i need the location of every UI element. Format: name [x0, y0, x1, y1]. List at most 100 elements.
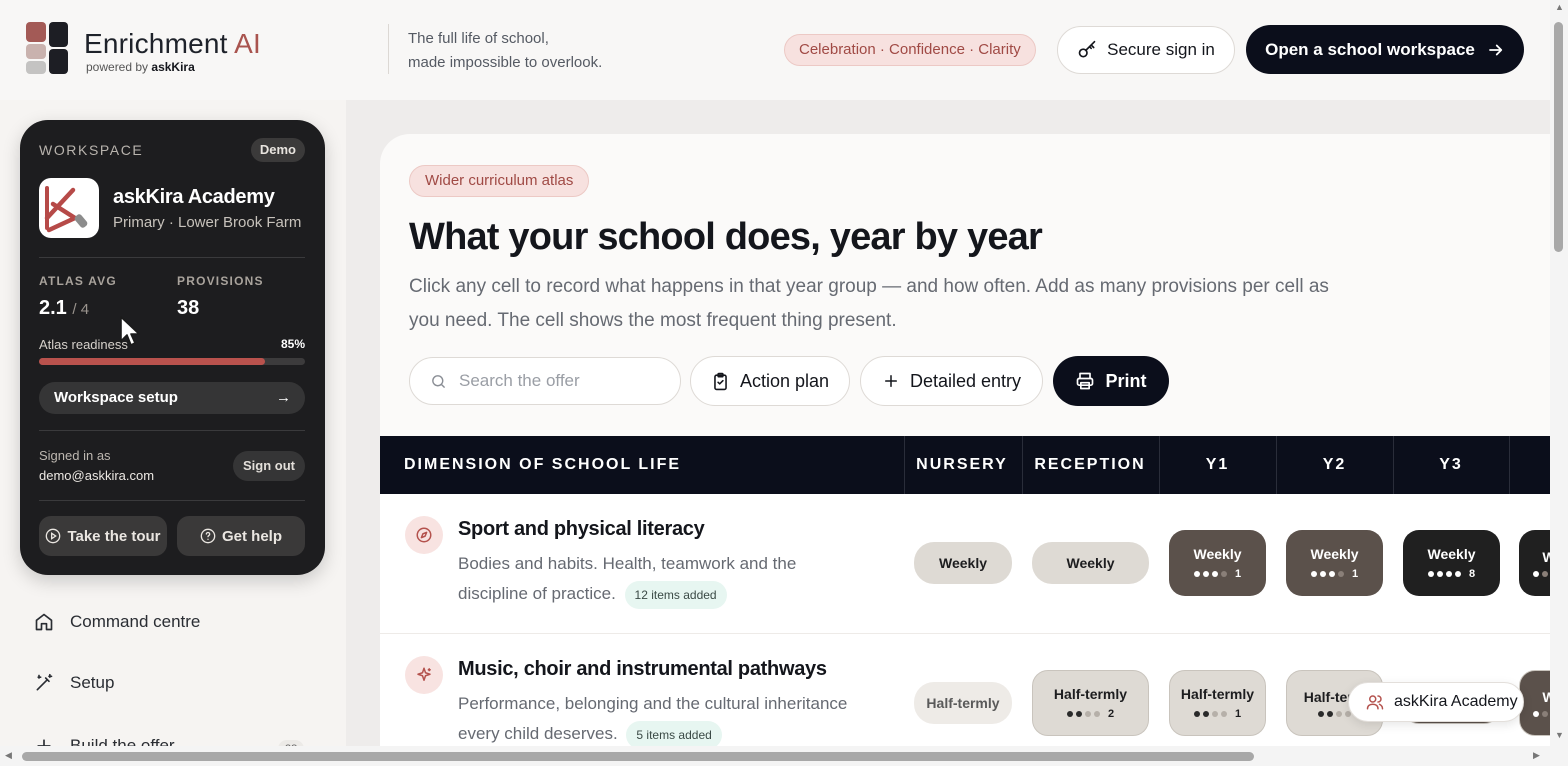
column-header: Y1 [1205, 456, 1230, 473]
plus-icon [884, 375, 897, 387]
card-divider [39, 500, 305, 501]
atlas-cell[interactable]: Half-termly [914, 682, 1012, 724]
frequency-dot [1427, 571, 1434, 577]
mouse-cursor-icon [120, 316, 140, 346]
workspace-card: WORKSPACE Demo askKira Academy Primary ·… [20, 120, 325, 575]
frequency-dot [1318, 711, 1324, 717]
frequency-dot [1532, 571, 1539, 577]
clipboard-check-icon [714, 372, 727, 390]
atlas-avg-value: 2.1 / 4 [39, 297, 90, 319]
header-divider [388, 24, 389, 74]
frequency-dot [1220, 571, 1227, 577]
workspace-setup-button[interactable]: Workspace setup → [39, 382, 305, 414]
frequency-dot [1220, 711, 1227, 717]
school-subtitle: Primary · Lower Brook Farm [113, 214, 302, 231]
search-input[interactable]: Search the offer [409, 357, 681, 405]
scroll-up-arrow[interactable]: ▲ [1555, 2, 1564, 12]
cell-frequency-label: Half-termly [926, 695, 1000, 711]
action-plan-button[interactable]: Action plan [690, 356, 850, 406]
home-icon [35, 613, 53, 631]
school-logo [39, 178, 99, 238]
atlas-cell[interactable]: Weekly 8 [1403, 530, 1500, 596]
frequency-dot [1193, 571, 1200, 577]
brand-name: Enrichment AI [84, 28, 261, 59]
top-header: Enrichment AI powered by askKira The ful… [0, 0, 1550, 100]
vertical-scrollbar[interactable]: ▲ ▼ [1550, 0, 1568, 746]
signed-in-label: Signed in as [39, 448, 111, 463]
scroll-left-arrow[interactable]: ◀ [5, 750, 12, 761]
nav-label: Setup [70, 673, 115, 692]
readiness-label: Atlas readiness [39, 337, 128, 352]
atlas-cell[interactable]: W [1519, 530, 1550, 596]
cell-frequency-label: Weekly [1066, 555, 1115, 571]
frequency-dot [1211, 711, 1218, 717]
open-workspace-label: Open a school workspace [1265, 39, 1475, 59]
open-workspace-button[interactable]: Open a school workspace [1246, 25, 1524, 74]
take-tour-button[interactable]: Take the tour [39, 516, 167, 556]
row-description: Bodies and habits. Health, teamwork and … [458, 549, 858, 609]
frequency-dot [1066, 711, 1073, 717]
users-icon [1366, 695, 1384, 710]
atlas-cell[interactable]: Weekly 1 [1286, 530, 1383, 596]
values-pill: Celebration · Confidence · Clarity [784, 34, 1036, 66]
readiness-bar-fill [39, 358, 266, 365]
atlas-cell[interactable]: Weekly [914, 542, 1012, 584]
cell-frequency-dots: 2 [1066, 708, 1114, 720]
frequency-dot [1310, 571, 1317, 577]
nav-item-setup[interactable]: Setup [34, 673, 114, 693]
frequency-dot [1454, 571, 1461, 577]
horizontal-scrollbar[interactable]: ◀ ▶ [0, 746, 1568, 766]
column-divider [1509, 436, 1510, 494]
search-icon [432, 374, 445, 388]
atlas-cell[interactable]: Weekly 1 [1169, 530, 1266, 596]
scroll-right-arrow[interactable]: ▶ [1533, 750, 1540, 761]
print-button[interactable]: Print [1053, 356, 1169, 406]
frequency-dot [1436, 571, 1443, 577]
cell-frequency-dots [1532, 711, 1551, 717]
take-tour-label: Take the tour [67, 527, 161, 545]
nav-item-command-centre[interactable]: Command centre [34, 612, 200, 632]
cell-frequency-dots: 1 [1193, 568, 1242, 580]
school-switcher-chip[interactable]: askKira Academy [1348, 682, 1524, 722]
demo-badge: Demo [250, 138, 305, 162]
signed-in-email: demo@askkira.com [39, 468, 155, 483]
school-switcher-label: askKira Academy [1394, 693, 1518, 710]
provisions-value: 38 [177, 297, 200, 319]
tagline: The full life of school, made impossible… [408, 30, 603, 71]
readiness-bar [39, 358, 305, 365]
cell-count: 1 [1234, 568, 1242, 580]
row-title: Sport and physical literacy [458, 518, 705, 540]
atlas-cell[interactable]: Half-termly 2 [1032, 670, 1149, 736]
get-help-label: Get help [221, 527, 282, 545]
secure-signin-button[interactable]: Secure sign in [1057, 26, 1235, 74]
frequency-dot [1202, 571, 1209, 577]
frequency-dot [1084, 711, 1091, 717]
get-help-button[interactable]: Get help [177, 516, 305, 556]
column-divider [904, 436, 905, 494]
sign-out-button[interactable]: Sign out [233, 451, 305, 481]
scroll-down-arrow[interactable]: ▼ [1555, 730, 1564, 740]
frequency-dot [1541, 711, 1548, 717]
section-pill: Wider curriculum atlas [409, 165, 590, 197]
printer-icon [1077, 372, 1094, 390]
atlas-avg-denominator: / 4 [72, 301, 90, 318]
action-plan-label: Action plan [739, 370, 830, 391]
brand-logo[interactable] [26, 22, 70, 74]
cell-frequency-dots: 8 [1427, 568, 1475, 580]
frequency-dot [1532, 711, 1539, 717]
card-divider [39, 257, 305, 258]
detailed-entry-button[interactable]: Detailed entry [860, 356, 1043, 406]
column-header: DIMENSION OF SCHOOL LIFE [404, 456, 682, 473]
card-divider [39, 430, 305, 431]
atlas-cell[interactable]: Weekly [1032, 542, 1149, 584]
vertical-scroll-thumb[interactable] [1554, 22, 1563, 252]
horizontal-scroll-thumb[interactable] [22, 752, 1254, 761]
frequency-dot [1211, 571, 1218, 577]
cell-frequency-label: Weekly [1427, 546, 1476, 562]
atlas-cell[interactable]: Half-termly 1 [1169, 670, 1266, 736]
play-circle-icon [46, 528, 61, 544]
cell-frequency-dots: 1 [1193, 708, 1241, 720]
frequency-dot [1445, 571, 1452, 577]
cell-frequency-label: Weekly [939, 555, 987, 571]
column-header: Y2 [1322, 456, 1347, 473]
